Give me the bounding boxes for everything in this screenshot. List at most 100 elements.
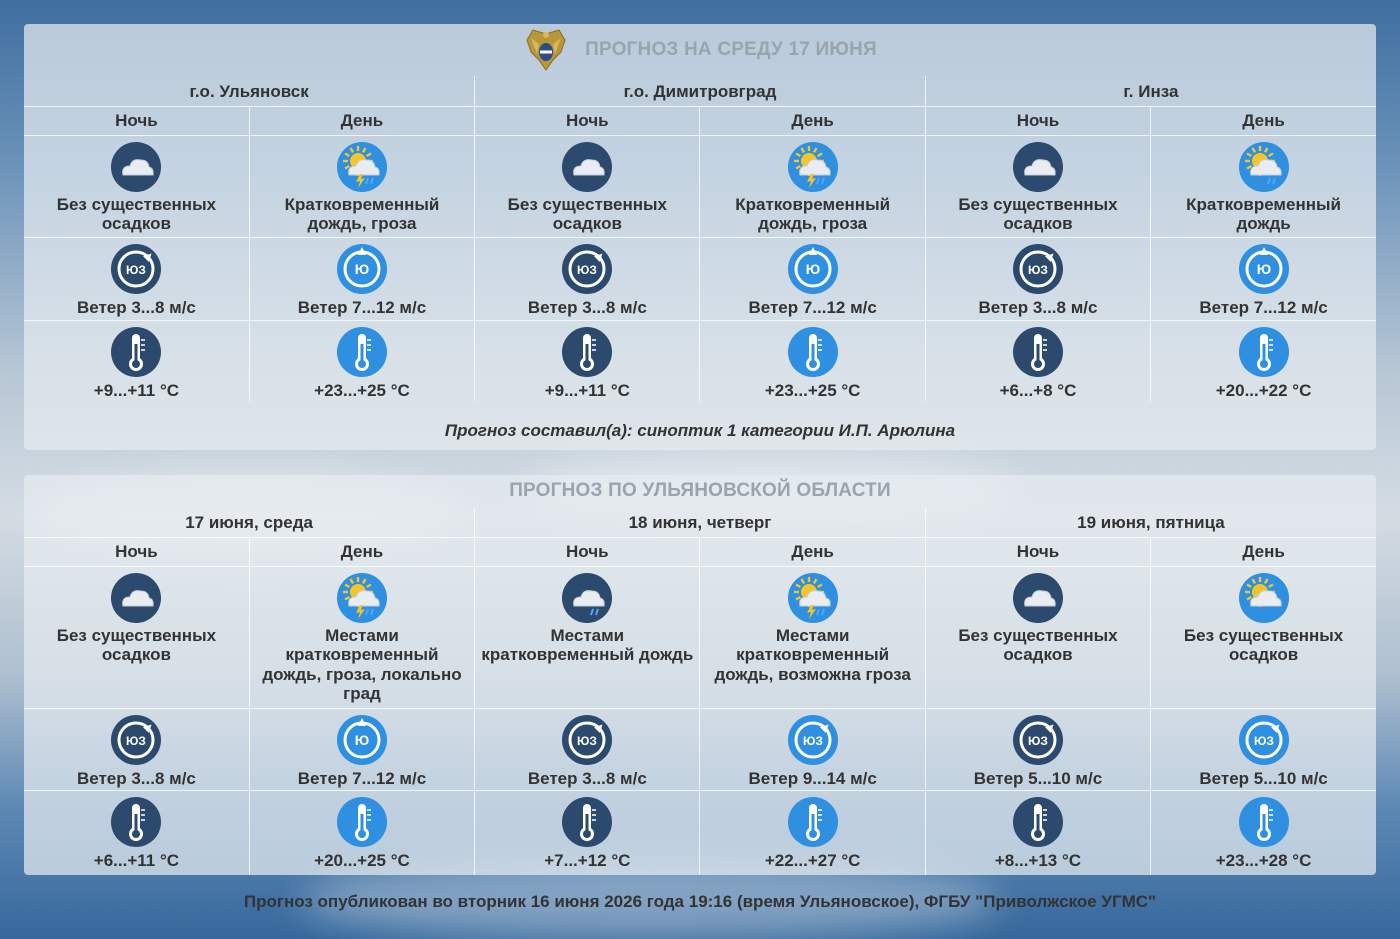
svg-text:ЮЗ: ЮЗ — [1028, 263, 1048, 277]
wind-speed: Ветер 3...8 м/с — [76, 768, 196, 788]
day-part-header: День — [1150, 106, 1376, 136]
temperature-cell: +6...+11 °С — [24, 790, 249, 875]
wind-speed: Ветер 7...12 м/с — [297, 768, 427, 788]
weather-cell: Кратковременный дождь — [1150, 135, 1376, 238]
wind-cell: ЮЗ Ветер 5...10 м/с — [1150, 708, 1376, 791]
cloud-night-icon — [24, 141, 249, 193]
temperature-value: +6...+11 °С — [93, 850, 180, 870]
location-header: г. Инза — [924, 76, 1376, 107]
weather-cell: Без существенных осадков — [24, 135, 250, 238]
wind-direction-icon: ЮЗ — [700, 714, 924, 766]
city-forecast-panel: ПРОГНОЗ НА СРЕДУ 17 ИЮНЯ г.о. Ульяновск … — [24, 24, 1376, 450]
temperature-value: +6...+8 °С — [999, 380, 1077, 400]
roshydromet-emblem-icon — [526, 29, 566, 71]
wind-direction-icon: ЮЗ — [24, 243, 249, 295]
publication-footer: Прогноз опубликован во вторник 16 июня 2… — [243, 892, 1157, 911]
thermometer-night-icon — [24, 796, 249, 848]
region-forecast-title: ПРОГНОЗ ПО УЛЬЯНОВСКОЙ ОБЛАСТИ — [509, 480, 891, 501]
svg-text:ЮЗ: ЮЗ — [126, 263, 146, 277]
city-forecast-title: ПРОГНОЗ НА СРЕДУ 17 ИЮНЯ — [585, 39, 877, 60]
temperature-value: +23...+28 °С — [1215, 850, 1312, 870]
svg-text:ЮЗ: ЮЗ — [577, 263, 597, 277]
thermometer-night-icon — [926, 796, 1150, 848]
svg-text:ЮЗ: ЮЗ — [577, 734, 597, 748]
thermometer-night-icon — [475, 796, 699, 848]
wind-speed: Ветер 3...8 м/с — [527, 297, 647, 317]
location-header: г.о. Димитровград — [474, 76, 926, 107]
cloud-night-icon — [926, 572, 1150, 624]
temperature-cell: +6...+8 °С — [924, 320, 1151, 401]
svg-text:Ю: Ю — [355, 732, 369, 748]
temperature-cell: +23...+25 °С — [699, 320, 926, 401]
day-part-header: День — [248, 537, 475, 567]
wind-speed: Ветер 5...10 м/с — [973, 768, 1103, 788]
wind-direction-icon: ЮЗ — [926, 243, 1150, 295]
sun-cloud-rain-icon — [1151, 141, 1376, 193]
weather-description: Без существенных осадков — [56, 194, 217, 234]
temperature-value: +20...+22 °С — [1215, 380, 1312, 400]
weather-description: Без существенных осадков — [56, 625, 217, 665]
wind-speed: Ветер 3...8 м/с — [527, 768, 647, 788]
weather-cell: Местами кратковременный дождь, гроза, ло… — [248, 566, 475, 709]
thermometer-night-icon — [24, 326, 249, 378]
cloud-night-icon — [926, 141, 1150, 193]
weather-description: Без существенных осадков — [958, 625, 1118, 665]
day-part-header: День — [699, 537, 926, 567]
thermometer-day-icon — [700, 326, 924, 378]
day-header: 17 июня, среда — [24, 507, 475, 538]
cloud-night-icon — [24, 572, 249, 624]
wind-direction-icon: Ю — [250, 714, 474, 766]
thermometer-day-icon — [1151, 326, 1376, 378]
thermometer-night-icon — [926, 326, 1150, 378]
temperature-cell: +7...+12 °С — [474, 790, 700, 875]
wind-cell: ЮЗ Ветер 3...8 м/с — [924, 237, 1151, 321]
temperature-cell: +22...+27 °С — [699, 790, 926, 875]
weather-description: Без существенных осадков — [1183, 625, 1344, 665]
region-forecast-table: 17 июня, среда 18 июня, четверг 19 июня,… — [24, 507, 1376, 875]
weather-cell: Местами кратковременный дождь — [474, 566, 700, 709]
cloud-night-icon — [475, 141, 699, 193]
weather-cell: Без существенных осадков — [474, 135, 700, 238]
location-header: г.о. Ульяновск — [24, 76, 475, 107]
weather-description: Кратковременный дождь, гроза — [284, 194, 440, 234]
temperature-cell: +23...+25 °С — [248, 320, 475, 401]
sun-cloud-thunder-rain-icon — [250, 141, 474, 193]
temperature-value: +9...+11 °С — [544, 380, 630, 400]
thermometer-night-icon — [475, 326, 699, 378]
svg-text:Ю: Ю — [1256, 261, 1270, 277]
weather-cell: Без существенных осадков — [24, 566, 250, 709]
wind-speed: Ветер 7...12 м/с — [748, 297, 877, 317]
weather-description: Кратковременный дождь, гроза — [735, 194, 891, 234]
weather-description: Местами кратковременный дождь — [481, 625, 694, 665]
svg-text:ЮЗ: ЮЗ — [803, 734, 823, 748]
svg-text:Ю: Ю — [805, 261, 819, 277]
weather-description: Без существенных осадков — [958, 194, 1118, 234]
cloud-rain-night-icon — [475, 572, 699, 624]
wind-cell: Ю Ветер 7...12 м/с — [699, 237, 926, 321]
day-part-header: Ночь — [924, 106, 1151, 136]
temperature-value: +23...+25 °С — [764, 380, 861, 400]
day-part-header: Ночь — [24, 537, 250, 567]
temperature-cell: +23...+28 °С — [1150, 790, 1376, 875]
temperature-cell: +9...+11 °С — [474, 320, 700, 401]
wind-cell: ЮЗ Ветер 3...8 м/с — [24, 237, 250, 321]
wind-direction-icon: Ю — [1151, 243, 1376, 295]
day-header: 18 июня, четверг — [474, 507, 926, 538]
wind-speed: Ветер 5...10 м/с — [1199, 768, 1328, 788]
temperature-value: +9...+11 °С — [93, 380, 180, 400]
day-header: 19 июня, пятница — [924, 507, 1376, 538]
weather-cell: Местами кратковременный дождь, возможна … — [699, 566, 926, 709]
weather-description: Местами кратковременный дождь, гроза, ло… — [262, 625, 462, 704]
wind-cell: Ю Ветер 7...12 м/с — [1150, 237, 1376, 321]
day-part-header: Ночь — [474, 537, 700, 567]
wind-direction-icon: ЮЗ — [926, 714, 1150, 766]
temperature-cell: +8...+13 °С — [924, 790, 1151, 875]
wind-direction-icon: ЮЗ — [1151, 714, 1376, 766]
thermometer-day-icon — [250, 326, 474, 378]
wind-direction-icon: Ю — [250, 243, 474, 295]
wind-direction-icon: ЮЗ — [24, 714, 249, 766]
weather-cell: Кратковременный дождь, гроза — [248, 135, 475, 238]
wind-direction-icon: ЮЗ — [475, 243, 699, 295]
city-forecast-title-bar: ПРОГНОЗ НА СРЕДУ 17 ИЮНЯ — [24, 24, 1376, 76]
wind-speed: Ветер 9...14 м/с — [748, 768, 877, 788]
